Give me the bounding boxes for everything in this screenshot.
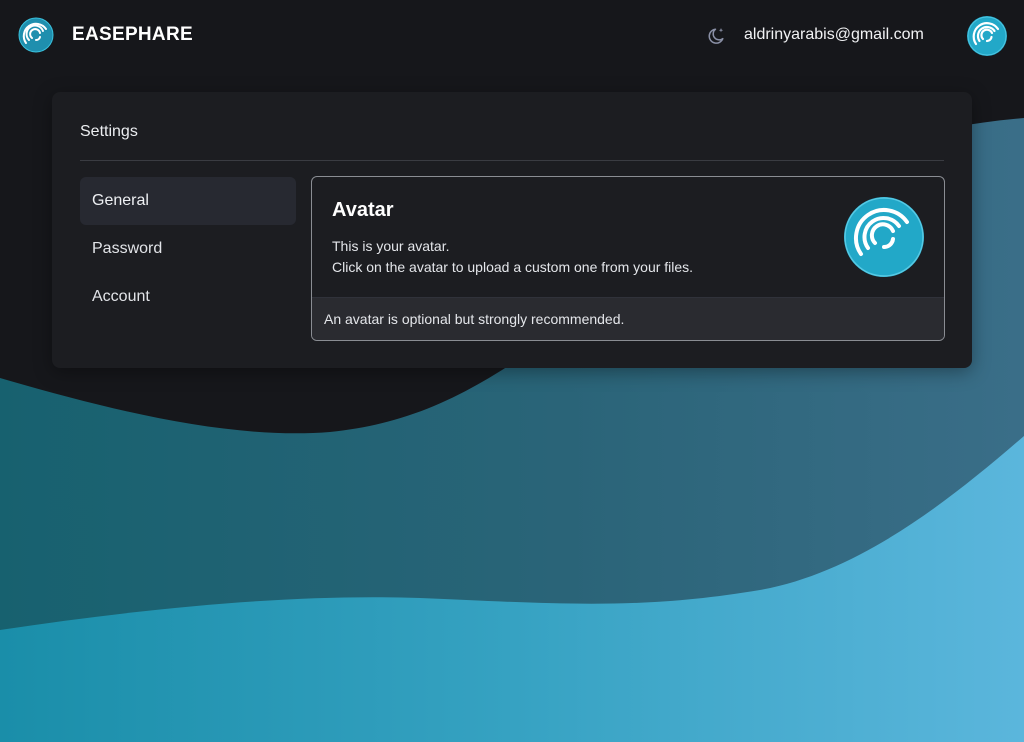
settings-nav: General Password Account: [80, 177, 296, 321]
top-bar: EASEPHARE aldrinyarabis@gmail.com: [0, 0, 1024, 72]
avatar-section-title: Avatar: [332, 199, 394, 221]
nav-item-account[interactable]: Account: [80, 273, 296, 321]
avatar-panel: Avatar This is your avatar. Click on the…: [311, 176, 945, 341]
fingerprint-icon[interactable]: [18, 17, 54, 53]
avatar-upload-icon[interactable]: [843, 196, 925, 278]
moon-stars-icon[interactable]: [706, 26, 726, 46]
user-email: aldrinyarabis@gmail.com: [744, 26, 924, 43]
nav-item-general[interactable]: General: [80, 177, 296, 225]
page-title: Settings: [80, 123, 138, 140]
brand-name[interactable]: EASEPHARE: [72, 24, 193, 46]
nav-item-password[interactable]: Password: [80, 225, 296, 273]
user-avatar-icon[interactable]: [967, 16, 1007, 56]
divider: [80, 160, 944, 161]
avatar-footer: An avatar is optional but strongly recom…: [312, 297, 944, 340]
settings-card: Settings General Password Account Avatar…: [52, 92, 972, 368]
avatar-description: This is your avatar.: [332, 238, 450, 254]
avatar-footer-note: An avatar is optional but strongly recom…: [324, 311, 625, 327]
avatar-upload-hint: Click on the avatar to upload a custom o…: [332, 259, 694, 275]
